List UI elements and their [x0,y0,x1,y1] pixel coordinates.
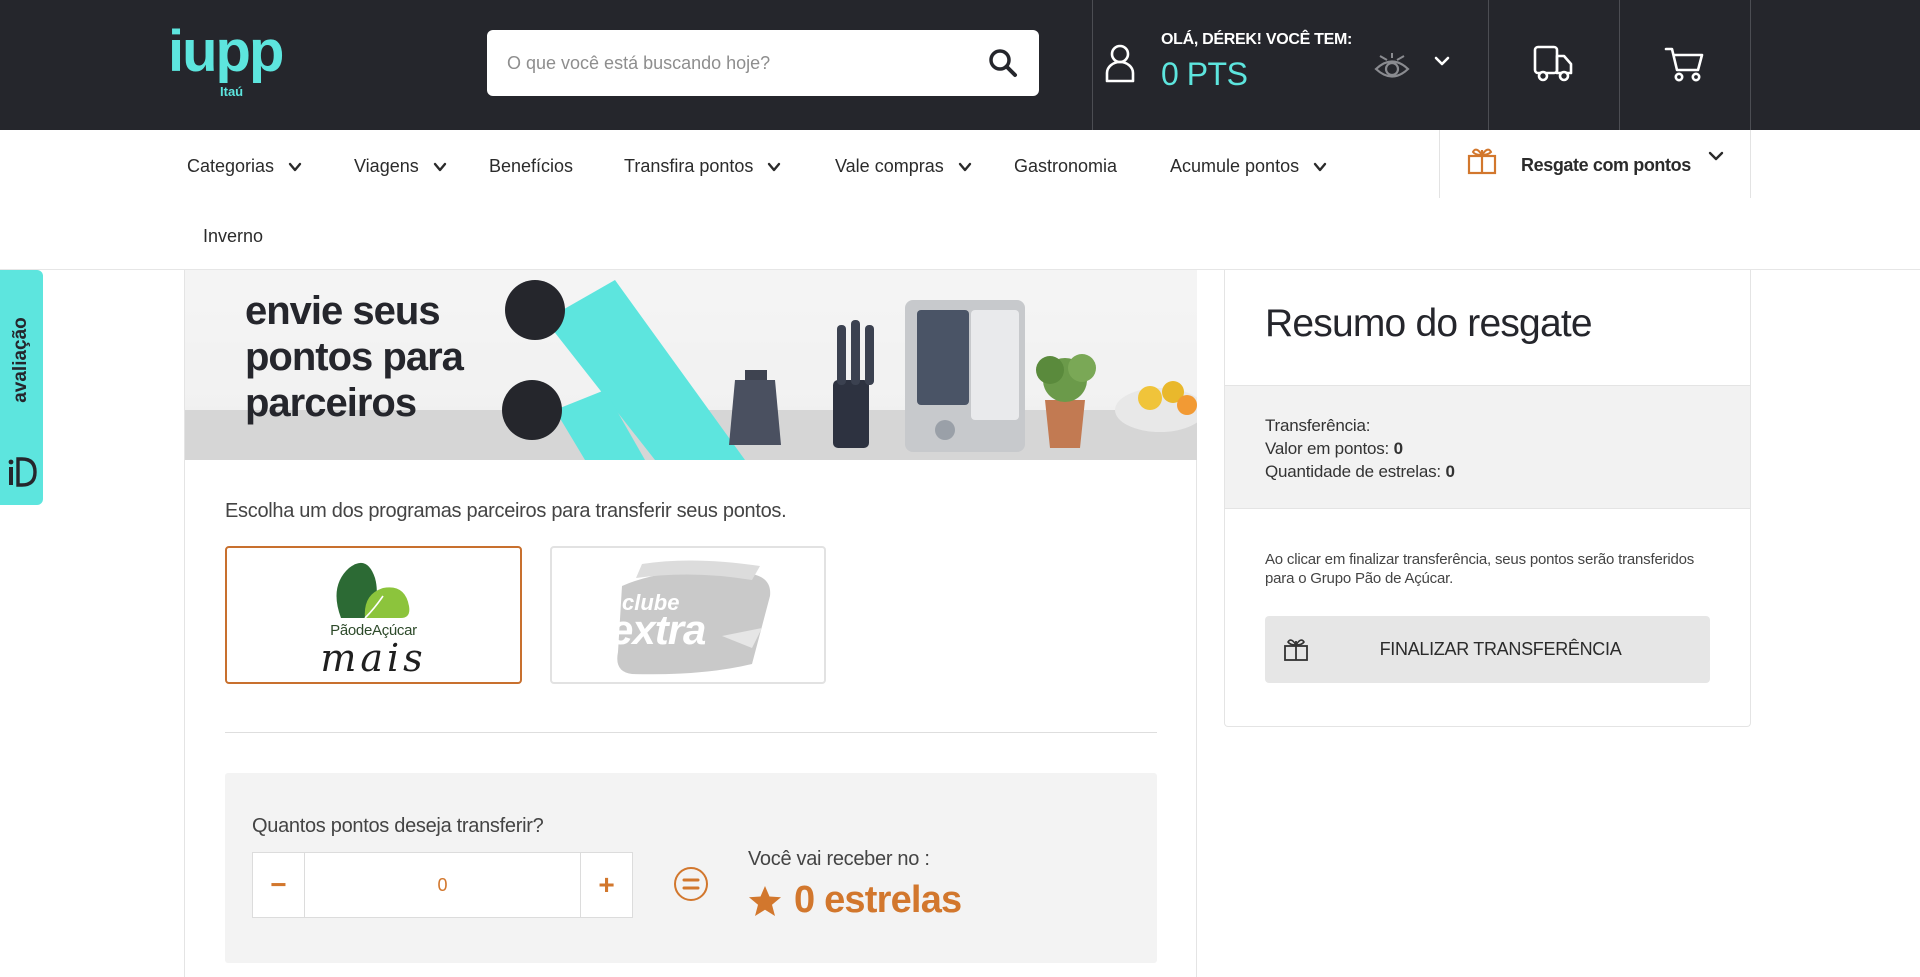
points-input[interactable] [305,853,580,917]
quantity-stepper: − + [252,852,633,918]
nav-viagens[interactable]: Viagens [354,156,447,177]
receive-value: 0 estrelas [794,879,962,921]
points-question: Quantos pontos deseja transferir? [252,815,544,837]
points-calculator: Quantos pontos deseja transferir? − + Vo… [225,773,1157,963]
transfer-card: envie seus pontos para parceiros Escolha… [184,270,1197,977]
iupp-logo[interactable]: iupp Itaú [168,20,284,101]
partner-brand-main: extra [610,606,706,653]
receive-value-row: 0 estrelas [748,879,962,922]
partner-tagline-text: mais [320,636,427,680]
search-icon[interactable] [987,47,1019,79]
truck-icon[interactable] [1532,42,1574,84]
chevron-down-icon [433,162,446,171]
summary-title: Resumo do resgate [1265,302,1593,345]
nav-categorias[interactable]: Categorias [187,156,302,177]
resgate-com-pontos-menu[interactable]: Resgate com pontos [1439,130,1751,198]
chevron-down-icon [1708,151,1724,161]
summary-stars: Quantidade de estrelas: 0 [1265,460,1710,483]
increase-button[interactable]: + [580,853,632,917]
summary-points-value: 0 [1393,439,1403,458]
nav-label: Categorias [187,156,275,176]
id-logo-icon [8,457,37,487]
nav-label: Vale compras [835,156,944,176]
nav-label: Inverno [203,226,264,246]
logo-subtitle: Itaú [220,84,244,99]
summary-points: Valor em pontos: 0 [1265,437,1710,460]
equals-icon [674,867,708,901]
summary-transfer: Transferência: [1265,414,1710,437]
header-divider [1488,0,1489,130]
user-greeting: OLÁ, DÉREK! VOCÊ TEM: [1161,31,1353,48]
star-icon [749,885,781,916]
search-bar [487,30,1039,96]
redemption-summary: Resumo do resgate Transferência: Valor e… [1224,270,1751,727]
chevron-down-icon [958,162,971,171]
finalize-transfer-button[interactable]: FINALIZAR TRANSFERÊNCIA [1265,616,1710,683]
nav-label: Benefícios [489,156,574,176]
finalize-label: FINALIZAR TRANSFERÊNCIA [1379,639,1622,659]
header-divider [1750,0,1751,130]
divider [225,732,1157,733]
top-header: iupp Itaú OLÁ, DÉREK! VOCÊ TEM: 0 PTS [0,0,1920,130]
pao-de-acucar-leaf-logo [336,562,410,619]
summary-details: Transferência: Valor em pontos: 0 Quanti… [1225,385,1750,509]
feedback-tab[interactable]: avaliação [0,270,43,505]
banner-line: pontos para [245,335,464,379]
nav-label: Gastronomia [1014,156,1118,176]
summary-stars-value: 0 [1445,462,1455,481]
header-divider [1619,0,1620,130]
user-icon[interactable] [1104,43,1136,83]
nav-beneficios[interactable]: Benefícios [489,156,573,177]
feedback-label: avaliação [10,317,31,403]
chevron-down-icon [288,162,302,171]
nav-label: Acumule pontos [1170,156,1300,176]
nav-gastronomia[interactable]: Gastronomia [1014,156,1117,177]
gift-icon [1467,148,1497,175]
nav-label: Viagens [354,156,419,176]
banner-headline: envie seus pontos para parceiros [245,288,464,426]
choose-partner-text: Escolha um dos programas parceiros para … [225,500,787,522]
nav-acumule-pontos[interactable]: Acumule pontos [1170,156,1327,177]
hero-banner: envie seus pontos para parceiros [185,270,1197,460]
header-divider [1092,0,1093,130]
points-balance: 0 PTS [1161,56,1248,92]
nav-transfira-pontos[interactable]: Transfira pontos [624,156,781,177]
banner-line: envie seus [245,289,441,333]
chevron-down-icon [1313,162,1327,171]
partner-clube-extra[interactable]: clube extra [550,546,826,684]
receive-label: Você vai receber no : [748,848,930,870]
resgate-label: Resgate com pontos [1521,155,1691,175]
summary-stars-label: Quantidade de estrelas: [1265,462,1441,481]
summary-transfer-label: Transferência: [1265,416,1371,435]
search-input[interactable] [507,48,967,78]
eye-icon[interactable] [1373,52,1411,86]
cart-icon[interactable] [1664,42,1706,84]
summary-points-label: Valor em pontos: [1265,439,1390,458]
chevron-down-icon [768,162,781,171]
main-nav: Categorias Viagens Benefícios Transfira … [0,130,1920,270]
nav-vale-compras[interactable]: Vale compras [835,156,972,177]
banner-line: parceiros [245,381,417,425]
nav-inverno[interactable]: Inverno [203,226,263,247]
transfer-note: Ao clicar em finalizar transferência, se… [1265,551,1695,587]
partner-pao-de-acucar-mais[interactable]: PãodeAçúcar mais [225,546,522,684]
logo-wordmark: iupp [168,19,284,84]
decrease-button[interactable]: − [253,853,305,917]
chevron-down-icon[interactable] [1433,52,1451,70]
nav-label: Transfira pontos [624,156,754,176]
